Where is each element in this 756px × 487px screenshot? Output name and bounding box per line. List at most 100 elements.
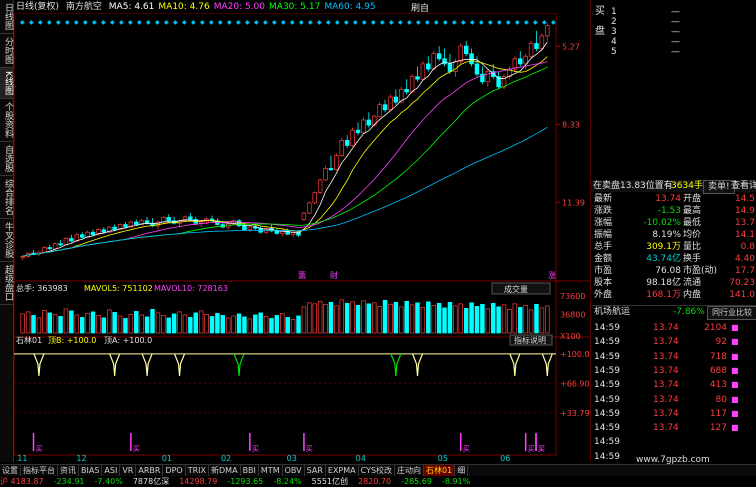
signal-diamond: ◆	[281, 19, 286, 26]
ma-legend-item: MA5: 4.61	[108, 2, 155, 12]
volume-bar	[204, 314, 209, 334]
vol-axis-label: 73600	[560, 292, 585, 301]
indicator-axis-label: +66.90	[560, 379, 590, 388]
volume-bar	[236, 313, 242, 334]
volume-bar	[209, 316, 215, 334]
stat-row: 涨幅 -10.02% 最低 13.7	[594, 218, 755, 228]
status-item: -7.40%	[94, 477, 123, 486]
side-tab-7[interactable]: 超级盘口	[0, 262, 14, 305]
volume-bar	[247, 318, 253, 334]
candle	[312, 191, 317, 205]
signal-diamond: ◆	[335, 19, 340, 26]
svg-text:买: 买	[252, 445, 259, 453]
quote-panel: 买 1—2— 盘 3—4—5— 在卖盘13.83位置有 3634手 卖单! 查看详 最新 13.7…	[590, 0, 756, 462]
candle	[355, 122, 361, 136]
candle	[485, 69, 491, 87]
vol-mavol10: MAVOL10: 728163	[154, 284, 228, 293]
period-label[interactable]: 日线(复权)	[16, 2, 59, 12]
signal-diamond: ◆	[227, 19, 232, 26]
volume-bar	[253, 314, 258, 334]
side-tab-6[interactable]: 牛叉诊股	[0, 219, 14, 262]
side-tab-4[interactable]: 自选股	[0, 142, 14, 176]
candle	[415, 66, 420, 82]
volume-bar	[290, 319, 296, 334]
candle	[442, 48, 447, 67]
signal-diamond: ◆	[461, 19, 466, 26]
volume-bar	[258, 312, 263, 334]
buy-mark: 买	[130, 433, 140, 453]
volume-bar	[415, 302, 420, 334]
sell-order-button[interactable]: 卖单!	[703, 180, 735, 194]
stat-row: 最新 13.74 开盘 14.5	[594, 194, 755, 204]
candle	[393, 89, 399, 105]
indicator-dip	[173, 353, 186, 376]
side-tab-0[interactable]: 日线图	[0, 0, 14, 34]
candle	[496, 71, 501, 90]
order-book-row: 5—	[611, 47, 680, 57]
signal-diamond: ◆	[101, 19, 106, 26]
volume-dropdown-label[interactable]: 成交量	[504, 284, 528, 294]
indicator-explain-label[interactable]: 指标说明	[514, 335, 546, 345]
volume-bar	[112, 312, 117, 334]
watermark: www.7gpzb.com	[636, 455, 710, 465]
volume-bar	[528, 309, 534, 334]
tick-row: 14:59 13.74 688 ■	[594, 365, 739, 376]
candle	[518, 51, 523, 67]
signal-diamond: ◆	[452, 19, 457, 26]
volume-bar	[447, 301, 453, 334]
svg-text:买: 买	[306, 445, 313, 453]
candle	[469, 48, 474, 67]
candle	[507, 66, 512, 80]
volume-bar	[220, 315, 226, 334]
signal-diamond: ◆	[119, 19, 124, 26]
volume-bar	[301, 306, 307, 334]
volume-bar	[20, 313, 25, 334]
indicator-axis-label: +100.0	[560, 350, 590, 359]
volume-bar	[36, 317, 42, 334]
vol-axis-label: 36800	[560, 311, 585, 320]
signal-diamond: ◆	[155, 19, 160, 26]
side-tab-1[interactable]: 分时图	[0, 34, 14, 68]
status-item: 14298.79	[179, 477, 218, 486]
svg-text:买: 买	[528, 445, 535, 453]
volume-bar	[545, 305, 550, 334]
volume-bar	[74, 314, 80, 334]
volume-bar	[469, 302, 474, 334]
candle	[47, 244, 52, 251]
status-item: -8.24%	[273, 477, 302, 486]
volume-bar	[128, 314, 134, 334]
volume-bar	[431, 305, 436, 334]
view-detail-link[interactable]: 查看详	[731, 180, 756, 192]
stat-row: 总手 309.1万 量比 0.8	[594, 242, 755, 252]
candle	[328, 155, 334, 171]
volume-bar	[361, 300, 366, 334]
side-tab-3[interactable]: 个股资料	[0, 99, 14, 142]
volume-bar	[312, 303, 317, 334]
volume-bar	[474, 306, 480, 334]
signal-diamond: ◆	[479, 19, 484, 26]
indicator-dip	[390, 353, 402, 376]
volume-bar	[507, 309, 512, 334]
signal-diamond: ◆	[362, 19, 367, 26]
volume-bar	[139, 314, 144, 334]
event-mark: 籌	[298, 270, 306, 280]
volume-bar	[188, 317, 193, 334]
candle	[404, 79, 409, 95]
ma-legend-item: MA20: 5.00	[213, 2, 266, 12]
signal-diamond: ◆	[497, 19, 502, 26]
candle	[344, 135, 350, 149]
kline-chart-area[interactable]: 11.39 8.33 5.27 ◆ ◆ ◆ ◆ ◆ ◆ ◆ ◆ ◆ ◆ ◆ ◆ ◆ ◆ ◆ ◆ ◆ ◆ ◆ ◆ ◆ ◆ ◆ ◆ ◆ ◆ ◆…	[14, 13, 590, 463]
volume-bar	[63, 308, 69, 334]
status-item: 2820.70	[358, 477, 392, 486]
price-axis-label: 8.33	[562, 120, 580, 129]
volume-bar	[382, 299, 388, 334]
industry-compare-button[interactable]: 同行业比较	[707, 306, 756, 320]
price-axis-label: 5.27	[562, 42, 580, 51]
vol-mavol5: MAVOL5: 751102	[84, 284, 153, 293]
side-tab-5[interactable]: 综合排名	[0, 176, 14, 219]
svg-text:买: 买	[36, 445, 43, 453]
indicator-name: 石林01	[16, 335, 42, 345]
side-tab-2[interactable]: K线图	[0, 68, 14, 99]
candle	[426, 56, 431, 72]
volume-bar	[85, 313, 90, 334]
